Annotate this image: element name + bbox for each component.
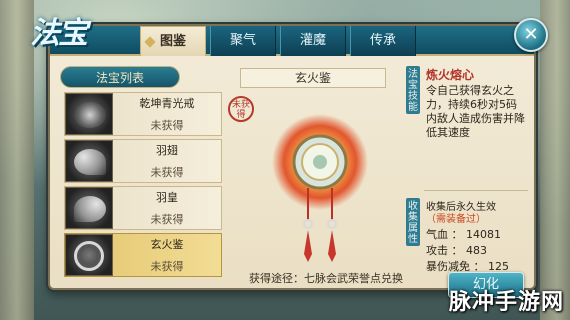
tab-label: 传承	[369, 33, 396, 48]
stat-row: 气血 ： 14081	[426, 228, 501, 241]
acquire-method: 获得途径：七脉会武荣誉点兑换	[249, 272, 403, 285]
tab-label: 图鉴	[159, 34, 186, 49]
treasure-list: 乾坤青光戒 未获得 羽翅 未获得 羽皇 未获得 玄火鉴 未获得	[64, 92, 222, 282]
list-item[interactable]: 羽翅 未获得	[64, 139, 222, 183]
item-name: 羽翅	[156, 144, 178, 157]
item-status: 未获得	[150, 119, 184, 132]
list-item-selected[interactable]: 玄火鉴 未获得	[64, 233, 222, 277]
skill-name: 炼火熔心	[426, 68, 475, 82]
list-item[interactable]: 乾坤青光戒 未获得	[64, 92, 222, 136]
treasure-image	[272, 114, 368, 262]
stat-name: 攻击	[426, 244, 448, 257]
item-status: 未获得	[150, 260, 184, 273]
wing-icon	[65, 140, 113, 182]
close-icon[interactable]: ✕	[514, 18, 548, 52]
tab-label: 聚气	[229, 33, 256, 48]
item-status: 未获得	[150, 166, 184, 179]
panel-logo: 法宝	[30, 16, 88, 51]
skill-description: 令自己获得玄火之力，持续6秒对5码内敌人造成伤害并降低其速度	[426, 84, 525, 139]
stat-value: 483	[466, 244, 487, 257]
item-name: 乾坤青光戒	[139, 97, 195, 110]
collection-label: 收集属性	[406, 198, 420, 246]
stat-value: 14081	[466, 228, 501, 241]
stat-row: 攻击 ： 483	[426, 244, 487, 257]
treasure-panel: 图鉴 聚气 灌魔 传承 法宝 ✕ 法宝列表 乾坤青光戒 未获得 羽翅 未获得 羽…	[30, 16, 548, 298]
top-bar: 图鉴 聚气 灌魔 传承	[50, 26, 534, 56]
ring-icon	[65, 93, 113, 135]
tab-codex[interactable]: 图鉴	[140, 26, 206, 56]
wing-icon	[65, 187, 113, 229]
tab-gather-qi[interactable]: 聚气	[210, 26, 276, 56]
item-name: 羽皇	[156, 191, 178, 204]
list-header: 法宝列表	[60, 66, 180, 88]
tab-infuse-demon[interactable]: 灌魔	[280, 26, 346, 56]
stat-name: 气血	[426, 228, 448, 241]
treasure-title: 玄火鉴	[240, 68, 386, 88]
not-obtained-seal: 未获得	[228, 96, 254, 122]
skill-label: 法宝技能	[406, 66, 420, 114]
mirror-icon	[65, 234, 113, 276]
list-item[interactable]: 羽皇 未获得	[64, 186, 222, 230]
tab-bar: 图鉴 聚气 灌魔 传承	[140, 26, 416, 56]
divider	[424, 190, 528, 191]
background-pillar	[540, 0, 570, 320]
background-pillar	[0, 0, 34, 320]
tab-marker-icon	[144, 36, 156, 48]
item-name: 玄火鉴	[150, 238, 184, 251]
tab-label: 灌魔	[299, 33, 326, 48]
collection-subtitle: （需装备过）	[426, 214, 486, 225]
site-watermark: 脉冲手游网	[448, 290, 564, 315]
tab-inheritance[interactable]: 传承	[350, 26, 416, 56]
item-status: 未获得	[150, 213, 184, 226]
